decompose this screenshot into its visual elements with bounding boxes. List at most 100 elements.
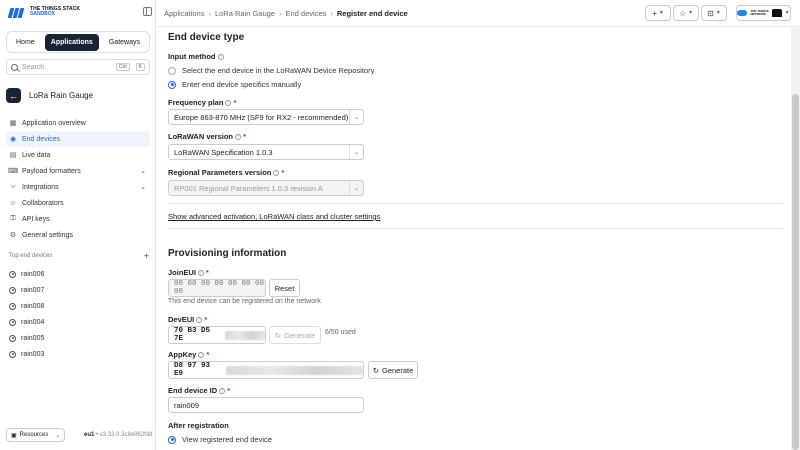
breadcrumb-current: Register end device — [336, 9, 408, 18]
tab-applications[interactable]: Applications — [44, 33, 99, 51]
nav-api-keys[interactable]: ⚿ API keys — [6, 211, 150, 227]
appkey-field[interactable]: D8 97 93 E9 — [168, 361, 364, 379]
deveui-field[interactable]: 70 B3 D5 7E — [168, 326, 266, 344]
reset-button[interactable]: Reset — [269, 279, 300, 297]
top-devices-title: Top end devices — [9, 253, 53, 259]
nav-integrations[interactable]: ⑂ Integrations ⌄ — [6, 179, 150, 195]
scrollbar-thumb[interactable] — [792, 94, 799, 450]
star-icon: ☆ — [678, 8, 687, 18]
radio-manual[interactable]: Enter end device specifics manually — [168, 80, 301, 89]
nav-collaborators[interactable]: ☺ Collaborators — [6, 195, 150, 211]
lorawan-version-select[interactable]: LoRaWAN Specification 1.0.3 ⌄ — [168, 144, 364, 160]
tab-home[interactable]: Home — [10, 35, 41, 50]
search-icon — [11, 63, 18, 71]
list-item[interactable]: rain003 — [6, 346, 150, 362]
appkey-value: D8 97 93 E9 — [174, 362, 211, 378]
nav-live-data[interactable]: ▤ Live data — [6, 147, 150, 163]
app-name: LoRa Rain Gauge — [29, 91, 94, 100]
radio-button-selected[interactable] — [168, 435, 176, 444]
search-input[interactable]: Search Ctrl K — [6, 59, 150, 75]
breadcrumb-end-devices[interactable]: End devices — [286, 9, 327, 18]
add-menu-button[interactable]: + ▼ — [645, 5, 671, 21]
users-icon: ☺ — [9, 199, 17, 207]
scrollbar[interactable] — [791, 28, 800, 450]
advanced-settings-link[interactable]: Show advanced activation, LoRaWAN class … — [168, 212, 380, 221]
nav-general-settings[interactable]: ⚙ General settings — [6, 227, 150, 243]
gear-icon: ⚙ — [9, 232, 17, 239]
nav-label: Application overview — [22, 119, 86, 127]
radio-view-device[interactable]: View registered end device — [168, 435, 272, 444]
help-icon[interactable]: ? — [225, 99, 232, 106]
radio-label: View registered end device — [182, 435, 272, 444]
nav-payload-formatters[interactable]: ⌨ Payload formatters ⌄ — [6, 163, 150, 179]
deveui-usage: 6/50 used — [325, 329, 356, 336]
user-menu-button[interactable]: THE THINGS NETWORK ▼ — [736, 5, 791, 21]
device-icon — [9, 286, 16, 294]
help-icon[interactable]: ? — [217, 53, 224, 60]
inbox-icon: ⊡ — [707, 8, 714, 18]
tab-gateways[interactable]: Gateways — [103, 35, 146, 50]
radio-label: Select the end device in the LoRaWAN Dev… — [182, 66, 375, 75]
nav-end-devices[interactable]: ◉ End devices — [6, 131, 150, 147]
ttn-logo-icon — [7, 6, 26, 18]
ttn-text-2: NETWORK — [750, 12, 766, 16]
help-icon[interactable]: ? — [273, 169, 280, 176]
redacted-value — [225, 330, 265, 340]
device-id-input[interactable]: rain009 — [168, 397, 364, 413]
notifications-button[interactable]: ⊡ ▼ — [701, 5, 727, 21]
add-device-icon[interactable]: + — [144, 252, 149, 261]
chevron-down-icon: ⌄ — [349, 110, 363, 124]
top-bar: Applications › LoRa Rain Gauge › End dev… — [157, 0, 800, 27]
after-registration-label: After registration — [168, 421, 229, 430]
nav-application-overview[interactable]: ▦ Application overview — [6, 115, 150, 131]
device-id-label: End device ID? * — [168, 386, 231, 395]
top-devices-header: Top end devices + — [9, 252, 149, 261]
resources-dropdown[interactable]: ▣ Resources ⌄ — [6, 428, 66, 442]
bookmarks-button[interactable]: ☆ ▼ — [673, 5, 699, 21]
back-button[interactable]: ← — [6, 88, 21, 103]
device-icon — [9, 302, 16, 310]
chevron-down-icon: ▼ — [715, 10, 721, 16]
search-placeholder: Search — [22, 63, 45, 71]
help-icon[interactable]: ? — [198, 351, 205, 358]
help-icon[interactable]: ? — [235, 133, 242, 140]
deveui-label: DevEUI? * — [168, 315, 208, 324]
breadcrumb-applications[interactable]: Applications — [164, 9, 204, 18]
nav-label: API keys — [22, 215, 50, 223]
help-icon[interactable]: ? — [197, 269, 204, 276]
brand-logo[interactable]: THE THINGS STACK SANDBOX — [7, 6, 80, 18]
chevron-down-icon: ▼ — [688, 10, 694, 16]
main-content: End device type Input method? Select the… — [157, 28, 790, 450]
chevron-down-icon: ▼ — [784, 10, 790, 16]
refresh-icon: ↻ — [372, 365, 379, 375]
generate-appkey-button[interactable]: ↻ Generate — [368, 361, 418, 379]
list-item[interactable]: rain004 — [6, 314, 150, 330]
help-icon[interactable]: ? — [219, 387, 226, 394]
generate-deveui-button[interactable]: ↻ Generate — [269, 326, 321, 344]
divider — [168, 228, 783, 229]
list-icon: ▤ — [9, 152, 17, 159]
grid-icon: ▦ — [9, 120, 17, 127]
nav-label: Collaborators — [22, 199, 64, 207]
joineui-value: 00 00 00 00 00 00 00 00 — [174, 280, 265, 296]
device-name: rain006 — [21, 270, 45, 278]
list-item[interactable]: rain008 — [6, 298, 150, 314]
sidebar-collapse-icon[interactable] — [143, 7, 152, 16]
devices-icon: ◉ — [9, 136, 17, 143]
list-item[interactable]: rain006 — [6, 266, 150, 282]
app-nav: ▦ Application overview ◉ End devices ▤ L… — [6, 115, 150, 243]
breadcrumb-app[interactable]: LoRa Rain Gauge — [215, 9, 275, 18]
joineui-field[interactable]: 00 00 00 00 00 00 00 00 — [168, 279, 266, 297]
chevron-down-icon: ▼ — [658, 10, 664, 16]
select-value: Europe 863-870 MHz (SF9 for RX2 - recomm… — [174, 112, 349, 122]
radio-button-selected[interactable] — [168, 80, 176, 89]
radio-button[interactable] — [168, 66, 176, 75]
nav-label: End devices — [22, 135, 61, 143]
help-icon[interactable]: ? — [196, 316, 203, 323]
radio-repository[interactable]: Select the end device in the LoRaWAN Dev… — [168, 66, 374, 75]
resources-label: Resources — [19, 432, 49, 438]
list-item[interactable]: rain005 — [6, 330, 150, 346]
frequency-plan-select[interactable]: Europe 863-870 MHz (SF9 for RX2 - recomm… — [168, 109, 364, 125]
list-item[interactable]: rain007 — [6, 282, 150, 298]
regional-params-select: RP001 Regional Parameters 1.0.3 revision… — [168, 180, 364, 196]
